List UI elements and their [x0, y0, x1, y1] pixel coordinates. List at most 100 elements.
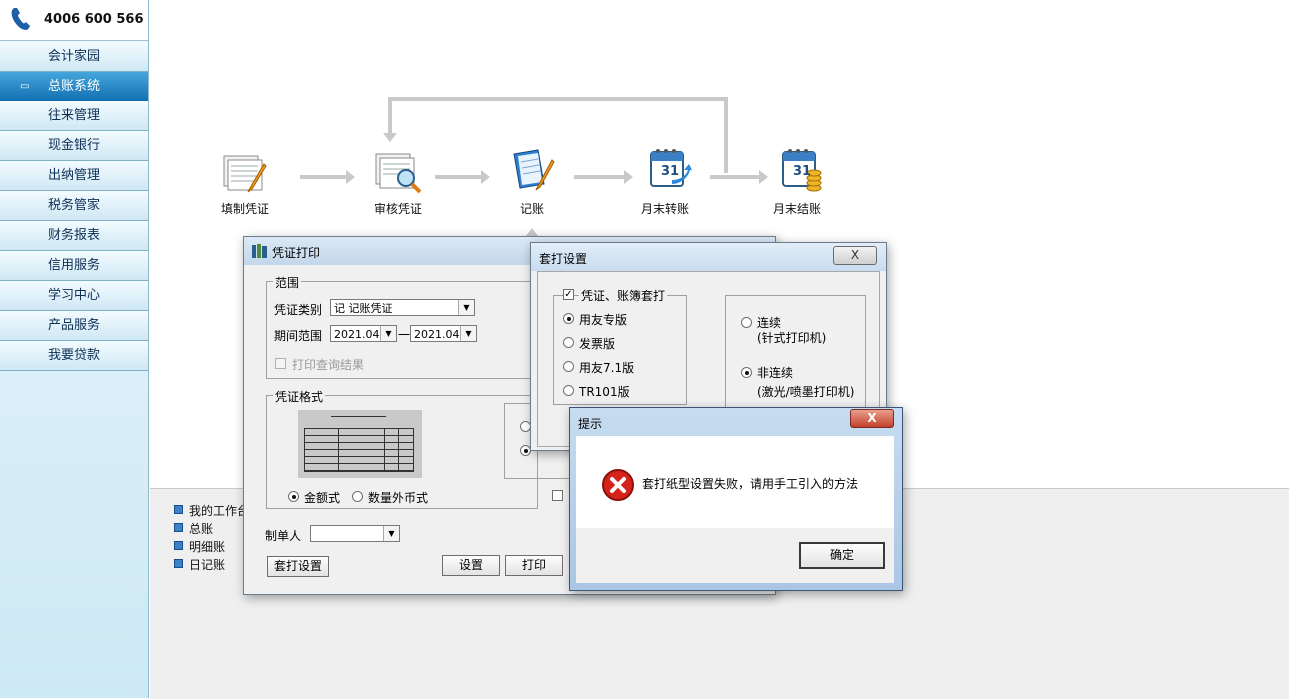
up-arrowhead: [526, 228, 538, 236]
chevron-down-icon[interactable]: ▼: [460, 326, 476, 341]
sidebar-item-label: 出纳管理: [47, 168, 100, 183]
format-amount-radio[interactable]: [288, 491, 299, 502]
workflow: 填制凭证 审核凭证 记账 31 月末转账 31 月末结账: [150, 90, 870, 236]
format-quantity-radio[interactable]: [352, 491, 363, 502]
sidebar-item-learning[interactable]: 学习中心: [0, 281, 148, 311]
ledger-book-icon: [513, 149, 555, 191]
sidebar-item-reports[interactable]: 财务报表: [0, 221, 148, 251]
sidebar-item-cash-bank[interactable]: 现金银行: [0, 131, 148, 161]
loop-line: [388, 97, 728, 101]
option-yonyou71-radio[interactable]: [563, 361, 574, 372]
loop-line-left: [388, 97, 392, 135]
continuous-radio[interactable]: [741, 317, 752, 328]
print-query-result-checkbox[interactable]: [275, 358, 286, 369]
chevron-down-icon[interactable]: ▼: [383, 526, 399, 541]
option-tr101-radio[interactable]: [563, 385, 574, 396]
month-end-close-step[interactable]: 31: [778, 146, 824, 194]
sidebar-item-credit[interactable]: 信用服务: [0, 251, 148, 281]
step-label-month-end-transfer[interactable]: 月末转账: [620, 200, 710, 217]
voucher-format-preview: [298, 410, 422, 478]
option-tr101-label: TR101版: [579, 385, 630, 399]
error-icon: [602, 469, 634, 501]
quicklink-detail-ledger[interactable]: 明细账: [174, 538, 225, 555]
month-end-transfer-step[interactable]: 31: [646, 146, 692, 194]
dialog-titlebar: 套打设置 X: [531, 243, 886, 271]
option-yonyou-label: 用友专版: [579, 313, 628, 327]
quicklink-label: 明细账: [189, 540, 226, 554]
alert-titlebar: 提示 X: [570, 408, 902, 434]
period-to-select[interactable]: 2021.04 ▼: [410, 325, 477, 342]
alert-message: 套打纸型设置失败，请用手工引入的方法: [642, 477, 859, 491]
post-step[interactable]: [508, 146, 558, 194]
step-label-review-voucher[interactable]: 审核凭证: [353, 200, 443, 217]
sidebar-item-label: 总账系统: [47, 79, 100, 94]
maker-select[interactable]: ▼: [310, 525, 400, 542]
sidebar-item-label: 信用服务: [47, 258, 100, 273]
sidebar-item-tax[interactable]: 税务管家: [0, 191, 148, 221]
option-yonyou71-label: 用友7.1版: [579, 361, 635, 375]
quicklink-journal[interactable]: 日记账: [174, 556, 225, 573]
period-from-select[interactable]: 2021.04 ▼: [330, 325, 397, 342]
period-to-value: 2021.04: [414, 328, 460, 341]
review-voucher-step[interactable]: [372, 148, 424, 196]
format-quantity-label: 数量外币式: [368, 491, 429, 505]
close-button[interactable]: X: [833, 246, 877, 265]
fill-voucher-step[interactable]: [220, 150, 270, 196]
format-amount-label: 金额式: [304, 491, 341, 505]
period-label: 期间范围: [274, 329, 323, 343]
range-group-label: 范围: [273, 274, 302, 291]
maker-label: 制单人: [265, 529, 302, 543]
magnifier-document-icon: [375, 153, 422, 194]
dialog-title: 套打设置: [539, 252, 588, 266]
overprint-checkbox[interactable]: ✓: [563, 289, 574, 300]
expand-icon: ▭: [20, 81, 30, 92]
quicklink-label: 总账: [189, 522, 214, 536]
step-label-month-end-close[interactable]: 月末结账: [752, 200, 842, 217]
bullet-icon: [174, 541, 183, 550]
format-group-label: 凭证格式: [273, 388, 326, 405]
sidebar-item-loan[interactable]: 我要贷款: [0, 341, 148, 371]
option-yonyou-radio[interactable]: [563, 313, 574, 324]
step-label-post[interactable]: 记账: [487, 200, 577, 217]
voucher-type-select[interactable]: 记 记账凭证 ▼: [330, 299, 475, 316]
option-invoice-radio[interactable]: [563, 337, 574, 348]
sidebar-item-products[interactable]: 产品服务: [0, 311, 148, 341]
chevron-down-icon[interactable]: ▼: [458, 300, 474, 315]
flow-arrow: [300, 170, 355, 184]
sidebar-item-label: 现金银行: [47, 138, 100, 153]
flow-arrow: [574, 170, 633, 184]
sidebar-item-label: 会计家园: [47, 49, 100, 64]
sidebar-item-receivables[interactable]: 往来管理: [0, 101, 148, 131]
continuous-sub-label: (针式打印机): [757, 331, 827, 345]
calendar-day: 31: [661, 164, 680, 179]
non-continuous-radio[interactable]: [741, 367, 752, 378]
alert-close-button[interactable]: X: [850, 409, 894, 428]
chevron-down-icon[interactable]: ▼: [380, 326, 396, 341]
sidebar-item-cashier[interactable]: 出纳管理: [0, 161, 148, 191]
ok-button[interactable]: 确定: [799, 542, 885, 569]
step-label-fill-voucher[interactable]: 填制凭证: [200, 200, 290, 217]
sidebar-item-accounting-home[interactable]: 会计家园: [0, 42, 148, 72]
sidebar: 4006 600 566 会计家园 ▭ 总账系统 往来管理 现金银行 出纳管理 税…: [0, 0, 149, 698]
sidebar-item-label: 财务报表: [47, 228, 100, 243]
option-checkbox-partial[interactable]: [552, 490, 563, 501]
sidebar-item-label: 我要贷款: [47, 348, 100, 363]
print-setup-button[interactable]: 套打设置: [267, 556, 329, 577]
flow-arrow: [710, 170, 768, 184]
settings-button[interactable]: 设置: [442, 555, 500, 576]
phone-box: 4006 600 566: [0, 0, 148, 41]
sidebar-item-label: 学习中心: [47, 288, 100, 303]
voucher-pen-icon: [223, 155, 267, 193]
quicklink-label: 我的工作台: [189, 504, 250, 518]
quicklink-general-ledger[interactable]: 总账: [174, 520, 213, 537]
quicklink-workbench[interactable]: 我的工作台: [174, 502, 249, 519]
sidebar-item-general-ledger[interactable]: ▭ 总账系统: [0, 72, 148, 102]
option-invoice-label: 发票版: [579, 337, 616, 351]
period-separator: 一: [398, 328, 411, 342]
bullet-icon: [174, 505, 183, 514]
print-button[interactable]: 打印: [505, 555, 563, 576]
voucher-type-label: 凭证类别: [274, 303, 323, 317]
period-from-value: 2021.04: [334, 328, 380, 341]
quicklink-label: 日记账: [189, 558, 226, 572]
sidebar-item-label: 往来管理: [47, 108, 100, 123]
